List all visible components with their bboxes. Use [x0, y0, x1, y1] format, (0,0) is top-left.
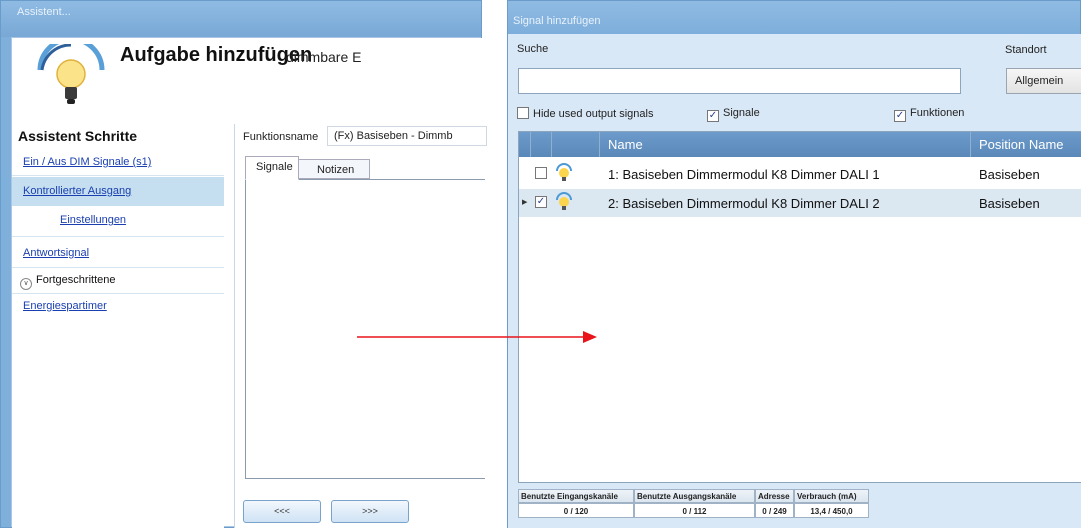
page-subtitle: dimmbare E	[286, 49, 362, 65]
next-button[interactable]: >>>	[331, 500, 409, 523]
hide-used-checkbox[interactable]	[517, 107, 529, 119]
row-position: Basiseben	[979, 167, 1040, 182]
assistant-title-bar[interactable]: Assistent...	[1, 1, 481, 37]
row-pointer-icon: ▶	[522, 199, 528, 206]
row-name: 1: Basiseben Dimmermodul K8 Dimmer DALI …	[608, 167, 880, 182]
row-checkbox[interactable]: ✓	[535, 196, 547, 208]
stat-output-channels-value: 0 / 112	[634, 503, 755, 518]
step-advanced[interactable]: ∨ Fortgeschrittene	[12, 268, 224, 294]
step-link[interactable]: Antwortsignal	[23, 247, 89, 259]
signal-grid: Name Position Name 1: Basiseben Dimmermo…	[518, 131, 1081, 483]
add-signal-body: Suche Standort Allgemein Hide used outpu…	[508, 34, 1081, 528]
screenshot-root: Assistent... Aufgabe hinzufügen dimmbare…	[0, 0, 1081, 528]
row-position: Basiseben	[979, 196, 1040, 211]
wizard-steps-title: Assistent Schritte	[18, 128, 138, 144]
stat-address-label: Adresse	[755, 489, 794, 503]
lightbulb-icon	[556, 192, 572, 210]
lightbulb-icon	[37, 44, 105, 104]
previous-button[interactable]: <<<	[243, 500, 321, 523]
grid-header-name[interactable]: Name	[600, 132, 971, 157]
chevron-down-icon[interactable]: ∨	[20, 278, 32, 290]
grid-header-cell	[531, 132, 552, 157]
stat-input-channels-label: Benutzte Eingangskanäle	[518, 489, 634, 503]
step-response-signal[interactable]: Antwortsignal	[12, 237, 224, 268]
add-signal-title-bar[interactable]: Signal hinzufügen	[508, 1, 1080, 34]
step-link[interactable]: Einstellungen	[60, 214, 126, 226]
row-name: 2: Basiseben Dimmermodul K8 Dimmer DALI …	[608, 196, 880, 211]
stat-consumption-value: 13,4 / 450,0	[794, 503, 869, 518]
step-link[interactable]: Ein / Aus DIM Signale (s1)	[23, 156, 151, 168]
add-signal-window: Signal hinzufügen Suche Standort Allgeme…	[507, 0, 1081, 528]
filter-functions[interactable]: ✓ Funktionen	[894, 107, 964, 122]
table-row[interactable]: 1: Basiseben Dimmermodul K8 Dimmer DALI …	[519, 160, 1081, 188]
tab-signals[interactable]: Signale	[245, 156, 299, 180]
tab-notes[interactable]: Notizen	[298, 159, 370, 179]
filter-label: Signale	[723, 107, 760, 119]
assistant-header: Aufgabe hinzufügen dimmbare E	[12, 38, 482, 124]
location-label: Standort	[1005, 44, 1047, 56]
step-on-off-dim-signals[interactable]: Ein / Aus DIM Signale (s1)	[12, 150, 224, 176]
function-name-field[interactable]: (Fx) Basiseben - Dimmb	[327, 126, 487, 146]
signals-tab-content	[245, 179, 485, 479]
lightbulb-icon	[556, 163, 572, 181]
filter-signals[interactable]: ✓ Signale	[707, 107, 760, 122]
annotation-arrow	[357, 331, 597, 343]
grid-header-cell	[552, 132, 600, 157]
filter-hide-used[interactable]: Hide used output signals	[517, 107, 653, 120]
functions-checkbox[interactable]: ✓	[894, 110, 906, 122]
stat-input-channels-value: 0 / 120	[518, 503, 634, 518]
filter-label: Funktionen	[910, 107, 965, 119]
filter-label: Hide used output signals	[533, 108, 654, 120]
page-title: Aufgabe hinzufügen	[120, 44, 313, 66]
function-panel: Funktionsname (Fx) Basiseben - Dimmb Sig…	[234, 124, 487, 528]
step-energy-saving-timer[interactable]: Energiespartimer	[12, 294, 224, 320]
grid-header-cell	[519, 132, 531, 157]
function-name-label: Funktionsname	[243, 131, 319, 143]
grid-header-position[interactable]: Position Name	[971, 132, 1081, 157]
step-link[interactable]: Energiespartimer	[23, 300, 107, 312]
step-advanced-label: Fortgeschrittene	[36, 274, 116, 286]
row-checkbox[interactable]	[535, 167, 547, 179]
search-label: Suche	[517, 43, 549, 55]
assistant-client-area: Aufgabe hinzufügen dimmbare E Assistent …	[11, 37, 487, 528]
step-link[interactable]: Kontrollierter Ausgang	[23, 185, 131, 197]
stat-address-value: 0 / 249	[755, 503, 794, 518]
search-input[interactable]	[518, 68, 961, 94]
wizard-steps-panel: Assistent Schritte Ein / Aus DIM Signale…	[12, 124, 224, 528]
assistant-window: Assistent... Aufgabe hinzufügen dimmbare…	[0, 0, 487, 528]
table-row[interactable]: ▶ ✓ 2: Basiseben Dimmermodul K8 Dimmer D…	[519, 189, 1081, 217]
step-settings[interactable]: Einstellungen	[12, 206, 224, 237]
location-select[interactable]: Allgemein	[1006, 68, 1081, 94]
grid-header: Name Position Name	[519, 132, 1081, 157]
stat-output-channels-label: Benutzte Ausgangskanäle	[634, 489, 755, 503]
stat-consumption-label: Verbrauch (mA)	[794, 489, 869, 503]
step-controlled-output[interactable]: Kontrollierter Ausgang	[12, 177, 224, 206]
signals-checkbox[interactable]: ✓	[707, 110, 719, 122]
